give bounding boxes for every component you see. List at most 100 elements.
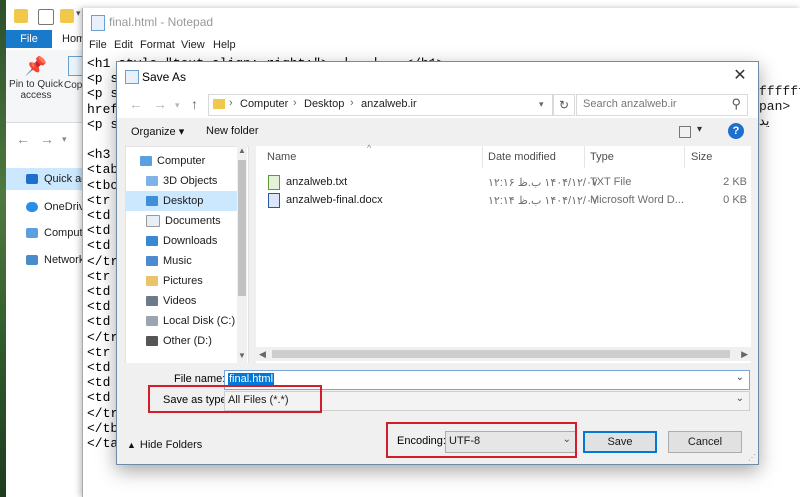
forward-arrow-icon[interactable]: → xyxy=(40,131,54,147)
explorer-tree-computer[interactable]: Computer xyxy=(6,222,90,244)
chevron-right-icon: › xyxy=(293,97,297,109)
documents-icon xyxy=(146,215,160,228)
file-row[interactable]: anzalweb-final.docx ۱۴۰۴/۱۲/۰۷ ب.ظ ۱۲:۱۴… xyxy=(256,192,751,210)
encoding-highlight xyxy=(386,422,577,458)
chevron-down-icon[interactable]: ▾ xyxy=(539,99,544,110)
search-icon: ⚲ xyxy=(731,96,741,111)
pictures-icon xyxy=(146,276,158,287)
new-folder-icon[interactable] xyxy=(60,9,74,23)
search-placeholder: Search anzalweb.ir xyxy=(583,98,677,110)
text-fragment-right-1: ffffff; xyxy=(759,84,800,99)
nav-pane-scroll-thumb[interactable] xyxy=(238,160,246,296)
network-icon xyxy=(26,255,38,266)
desktop-icon xyxy=(146,196,158,207)
drive-icon xyxy=(146,316,158,327)
recent-dropdown-icon[interactable]: ▾ xyxy=(62,134,67,145)
menu-help[interactable]: Help xyxy=(213,39,236,51)
chevron-up-icon: ▲ xyxy=(127,440,136,450)
breadcrumb-anzalweb[interactable]: anzalweb.ir xyxy=(361,98,417,110)
dialog-form: File name: final.html ⌄ Save as type: Al… xyxy=(117,363,758,464)
search-input[interactable]: Search anzalweb.ir ⚲ xyxy=(576,94,748,116)
hscroll-thumb[interactable] xyxy=(272,350,730,358)
notepad-icon xyxy=(91,15,105,31)
notepad-title: final.html - Notepad xyxy=(109,15,214,29)
back-arrow-icon[interactable]: ← xyxy=(129,96,143,112)
close-icon[interactable]: ✕ xyxy=(728,65,752,87)
chevron-down-icon[interactable]: ⌄ xyxy=(736,393,744,404)
chevron-right-icon: › xyxy=(350,97,354,109)
column-divider xyxy=(684,146,685,168)
explorer-tree-quick-access[interactable]: Quick access xyxy=(6,168,90,190)
scroll-up-icon[interactable]: ▲ xyxy=(238,146,246,155)
scroll-left-icon[interactable]: ◀ xyxy=(259,349,266,360)
qa-dropdown-icon[interactable]: ▾ xyxy=(76,8,81,19)
dialog-titlebar: Save As ✕ xyxy=(117,62,758,90)
address-bar[interactable]: › Computer › Desktop › anzalweb.ir ▾ xyxy=(208,94,553,116)
word-document-icon xyxy=(268,193,280,208)
recent-locations-icon[interactable]: ▾ xyxy=(175,100,180,111)
file-row[interactable]: anzalweb.txt ۱۴۰۴/۱۲/۰۷ ب.ظ ۱۲:۱۶ TXT Fi… xyxy=(256,174,751,192)
dialog-body: Computer 3D Objects Desktop Documents Do… xyxy=(117,143,758,365)
scroll-down-icon[interactable]: ▼ xyxy=(238,351,246,360)
pin-to-quick-access-button[interactable]: 📌 Pin to Quick access xyxy=(8,54,64,114)
text-file-icon xyxy=(268,175,280,190)
downloads-icon xyxy=(146,236,158,247)
menu-view[interactable]: View xyxy=(181,39,205,51)
notepad-titlebar: final.html - Notepad xyxy=(83,8,800,36)
explorer-nav-pane: Quick access OneDrive Computer Network xyxy=(6,160,90,497)
explorer-tree-network[interactable]: Network xyxy=(6,249,90,271)
text-fragment-right-2: pan> يد xyxy=(759,99,791,129)
nav-item-desktop[interactable]: Desktop xyxy=(126,191,244,211)
pin-label: Pin to Quick access xyxy=(9,79,63,101)
breadcrumb-computer[interactable]: Computer xyxy=(240,98,288,110)
tab-file[interactable]: File xyxy=(6,30,52,48)
organize-button[interactable]: Organize ▾ xyxy=(131,125,184,138)
dialog-toolbar: Organize ▾ New folder ▾ ? xyxy=(117,118,758,146)
file-name-label: File name: xyxy=(174,373,226,385)
forward-arrow-icon[interactable]: → xyxy=(153,96,167,112)
file-name: anzalweb.txt xyxy=(286,176,348,188)
file-name: anzalweb-final.docx xyxy=(286,194,383,206)
dialog-title: Save As xyxy=(142,70,187,84)
notepad-menubar: File Edit Format View Help xyxy=(83,36,800,56)
pin-icon: 📌 xyxy=(24,56,48,76)
videos-icon xyxy=(146,296,158,307)
breadcrumb-desktop[interactable]: Desktop xyxy=(304,98,344,110)
chevron-down-icon[interactable]: ⌄ xyxy=(736,372,744,383)
cloud-icon xyxy=(26,202,38,213)
dialog-title-icon xyxy=(125,70,139,84)
back-arrow-icon[interactable]: ← xyxy=(16,131,30,147)
explorer-tree-onedrive[interactable]: OneDrive xyxy=(6,196,90,218)
menu-edit[interactable]: Edit xyxy=(114,39,133,51)
up-arrow-icon[interactable]: ↑ xyxy=(191,96,198,112)
computer-icon xyxy=(140,156,152,167)
menu-format[interactable]: Format xyxy=(140,39,175,51)
save-button[interactable]: Save xyxy=(583,431,657,453)
column-name[interactable]: Name xyxy=(267,151,296,163)
help-icon[interactable]: ? xyxy=(728,123,744,139)
scroll-right-icon[interactable]: ▶ xyxy=(741,349,748,360)
view-options-icon[interactable] xyxy=(679,126,691,138)
dialog-navbar: ← → ▾ ↑ › Computer › Desktop › anzalweb.… xyxy=(117,90,758,118)
hide-folders-button[interactable]: ▲ Hide Folders xyxy=(127,439,202,451)
nav-pane-scrollbar[interactable]: ▲ ▼ xyxy=(237,146,247,363)
menu-file[interactable]: File xyxy=(89,39,107,51)
column-type[interactable]: Type xyxy=(590,151,614,163)
file-date: ۱۴۰۴/۱۲/۰۷ ب.ظ ۱۲:۱۶ xyxy=(488,177,598,189)
refresh-icon[interactable]: ↻ xyxy=(553,94,575,116)
folder-icon xyxy=(14,9,28,23)
column-date-modified[interactable]: Date modified xyxy=(488,151,556,163)
star-icon xyxy=(26,174,38,185)
new-folder-button[interactable]: New folder xyxy=(206,125,259,137)
file-list-hscrollbar[interactable]: ◀ ▶ xyxy=(256,347,751,361)
chevron-down-icon[interactable]: ▾ xyxy=(697,124,702,135)
save-as-dialog: Save As ✕ ← → ▾ ↑ › Computer › Desktop ›… xyxy=(116,61,759,465)
computer-icon xyxy=(26,228,38,239)
properties-icon[interactable] xyxy=(38,9,54,25)
file-type: Microsoft Word D... xyxy=(590,194,684,206)
file-date: ۱۴۰۴/۱۲/۰۷ ب.ظ ۱۲:۱۴ xyxy=(488,195,598,207)
dialog-nav-pane: Computer 3D Objects Desktop Documents Do… xyxy=(125,146,249,365)
column-size[interactable]: Size xyxy=(691,151,712,163)
cancel-button[interactable]: Cancel xyxy=(668,431,742,453)
resize-grip-icon[interactable]: ⋰ xyxy=(748,453,756,462)
